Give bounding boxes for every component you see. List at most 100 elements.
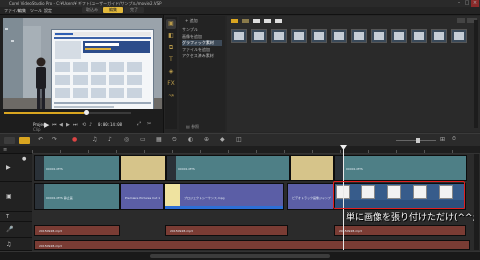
tab-capture[interactable]: 取込み bbox=[82, 7, 102, 13]
maximize-button[interactable]: □ bbox=[463, 0, 471, 7]
folder-item[interactable]: サンプル bbox=[182, 27, 198, 33]
library-thumbnail[interactable] bbox=[331, 29, 347, 43]
title-bar: Corel VideoStudio Pro - C:¥Users¥ ギフト/ユー… bbox=[0, 0, 480, 7]
timeline-clip[interactable]: Premiere Pictures Cut 1 bbox=[120, 183, 164, 210]
volume-icon[interactable]: ♪ bbox=[89, 122, 92, 128]
library-thumbnail[interactable] bbox=[371, 29, 387, 43]
filter-icon[interactable]: FX bbox=[166, 79, 176, 89]
clip-label: 00001.MTS bbox=[46, 167, 63, 171]
sort-icon[interactable] bbox=[457, 18, 465, 23]
music-clip[interactable]: 20150928.mp3 bbox=[34, 240, 470, 250]
split-screen-icon[interactable]: ◫ bbox=[236, 136, 242, 143]
step-back-icon[interactable]: ◀ bbox=[59, 122, 63, 128]
clip-label: 20150928.mp3 bbox=[170, 229, 193, 233]
show-video-icon[interactable] bbox=[253, 19, 260, 23]
subtitle-editor-icon[interactable]: ▭ bbox=[140, 136, 146, 143]
add-folder-button[interactable]: + 追加 bbox=[185, 18, 198, 24]
play-button[interactable]: ▶ bbox=[44, 121, 49, 129]
title-icon[interactable]: T bbox=[166, 55, 176, 65]
overlay-track-icon[interactable]: ▣ bbox=[6, 193, 12, 200]
auto-music-icon[interactable]: ♪ bbox=[108, 136, 112, 143]
show-audio-icon[interactable] bbox=[275, 19, 282, 23]
timeline-clip[interactable]: 00001.MTS bbox=[334, 155, 467, 181]
scrub-progress bbox=[4, 112, 84, 114]
library-thumbnail[interactable] bbox=[351, 29, 367, 43]
clip-label: 20150928.mp3 bbox=[39, 229, 62, 233]
tab-edit[interactable]: 編集 bbox=[103, 7, 123, 13]
track-visibility-icon[interactable]: ● bbox=[22, 156, 26, 162]
folder-icon[interactable] bbox=[231, 19, 238, 23]
multi-camera-icon[interactable]: ▦ bbox=[156, 136, 162, 143]
timeline-ruler[interactable] bbox=[32, 146, 480, 154]
audio-clip[interactable]: 20150928.mp3 bbox=[34, 225, 120, 236]
library-thumbnail[interactable] bbox=[311, 29, 327, 43]
folder-item-selected[interactable]: グラフィック素材 bbox=[182, 40, 222, 46]
timeline-clip[interactable]: 00001.MTS 静止画 bbox=[34, 183, 120, 210]
timeline-clip[interactable] bbox=[120, 155, 166, 181]
storyboard-view-button[interactable] bbox=[4, 137, 15, 144]
audio-clip[interactable]: 20150928.mp3 bbox=[165, 225, 288, 236]
instant-project-icon[interactable]: ◧ bbox=[166, 31, 176, 41]
mode-clip[interactable]: Clip bbox=[33, 127, 41, 132]
menu-tools[interactable]: ツール bbox=[30, 7, 42, 15]
3d-title-icon[interactable]: ◆ bbox=[220, 136, 225, 143]
path-icon[interactable]: ↝ bbox=[166, 91, 176, 101]
browse-button[interactable]: ▤ 参照 bbox=[186, 124, 199, 130]
pan-zoom-icon[interactable]: ⊕ bbox=[204, 136, 209, 143]
track-manager-icon[interactable]: ≡ bbox=[3, 147, 7, 153]
close-button[interactable]: × bbox=[471, 0, 479, 7]
voice-track-header: 🎤 bbox=[0, 222, 32, 238]
title-track-icon[interactable]: T bbox=[6, 214, 9, 220]
menu-edit[interactable]: 編集 bbox=[18, 7, 26, 15]
scrub-handle[interactable] bbox=[84, 110, 89, 115]
time-remapping-icon[interactable]: ⏲ bbox=[172, 136, 177, 144]
minimize-button[interactable]: – bbox=[455, 0, 463, 7]
library-thumbnail[interactable] bbox=[251, 29, 267, 43]
zoom-slider-handle[interactable] bbox=[416, 138, 420, 143]
timeline-clip[interactable] bbox=[290, 155, 334, 181]
previous-frame-icon[interactable]: ⏮ bbox=[52, 122, 57, 128]
repeat-icon[interactable]: ⟲ bbox=[82, 122, 86, 128]
undo-icon[interactable]: ↶ bbox=[38, 136, 43, 143]
next-frame-icon[interactable]: ⏭ bbox=[73, 122, 78, 128]
folder-item[interactable]: アクセス済み素材 bbox=[182, 53, 214, 59]
show-photo-icon[interactable] bbox=[264, 19, 271, 23]
import-icon[interactable] bbox=[242, 19, 249, 23]
record-capture-icon[interactable]: ● bbox=[72, 136, 77, 143]
library-thumbnail[interactable] bbox=[431, 29, 447, 43]
timeline-vertical-scrollbar[interactable] bbox=[474, 154, 479, 250]
music-track-header: ♫ bbox=[0, 238, 32, 251]
voice-track-icon[interactable]: 🎤 bbox=[6, 226, 13, 233]
redo-icon[interactable]: ↷ bbox=[52, 136, 57, 143]
library-thumbnail[interactable] bbox=[391, 29, 407, 43]
timeline-clip[interactable]: 00001.MTS bbox=[34, 155, 120, 181]
library-thumbnail[interactable] bbox=[291, 29, 307, 43]
motion-tracking-icon[interactable]: ◎ bbox=[124, 136, 129, 143]
sound-mixer-icon[interactable]: ♫ bbox=[92, 136, 97, 143]
menu-settings[interactable]: 設定 bbox=[44, 7, 52, 15]
media-icon[interactable]: ▣ bbox=[166, 19, 176, 29]
fit-project-icon[interactable]: ⊞ bbox=[440, 136, 445, 143]
scrollbar-thumb[interactable] bbox=[150, 254, 330, 258]
step-forward-icon[interactable]: ▶ bbox=[66, 122, 70, 128]
split-clip-icon[interactable]: ✂ bbox=[147, 121, 151, 127]
library-thumbnail[interactable] bbox=[271, 29, 287, 43]
library-thumbnail[interactable] bbox=[451, 29, 467, 43]
library-scrollbar[interactable] bbox=[474, 20, 478, 128]
tab-share[interactable]: 完了 bbox=[124, 7, 144, 13]
library-thumbnail[interactable] bbox=[411, 29, 427, 43]
video-track-icon[interactable]: ▶ bbox=[6, 164, 11, 171]
graphic-icon[interactable]: ◈ bbox=[166, 67, 176, 77]
timeline-clip[interactable]: ビデオトラック画像ジャンプ bbox=[287, 183, 334, 210]
transition-icon[interactable]: ⧉ bbox=[166, 43, 176, 53]
timeline-horizontal-scrollbar[interactable] bbox=[0, 251, 480, 260]
audio-clip[interactable]: 20150928.mp3 bbox=[334, 225, 466, 236]
timeline-clip[interactable]: 00001.MTS bbox=[166, 155, 290, 181]
library-thumbnail[interactable] bbox=[231, 29, 247, 43]
enlarge-icon[interactable]: ⤢ bbox=[137, 121, 141, 127]
timeline-clip[interactable]: プロジェクトシーケンス.mpg bbox=[164, 183, 284, 210]
clip-label: 00001.MTS bbox=[178, 167, 195, 171]
timeline-view-button[interactable] bbox=[19, 137, 30, 144]
mask-creator-icon[interactable]: ◐ bbox=[188, 136, 193, 143]
music-track-icon[interactable]: ♫ bbox=[6, 241, 11, 248]
